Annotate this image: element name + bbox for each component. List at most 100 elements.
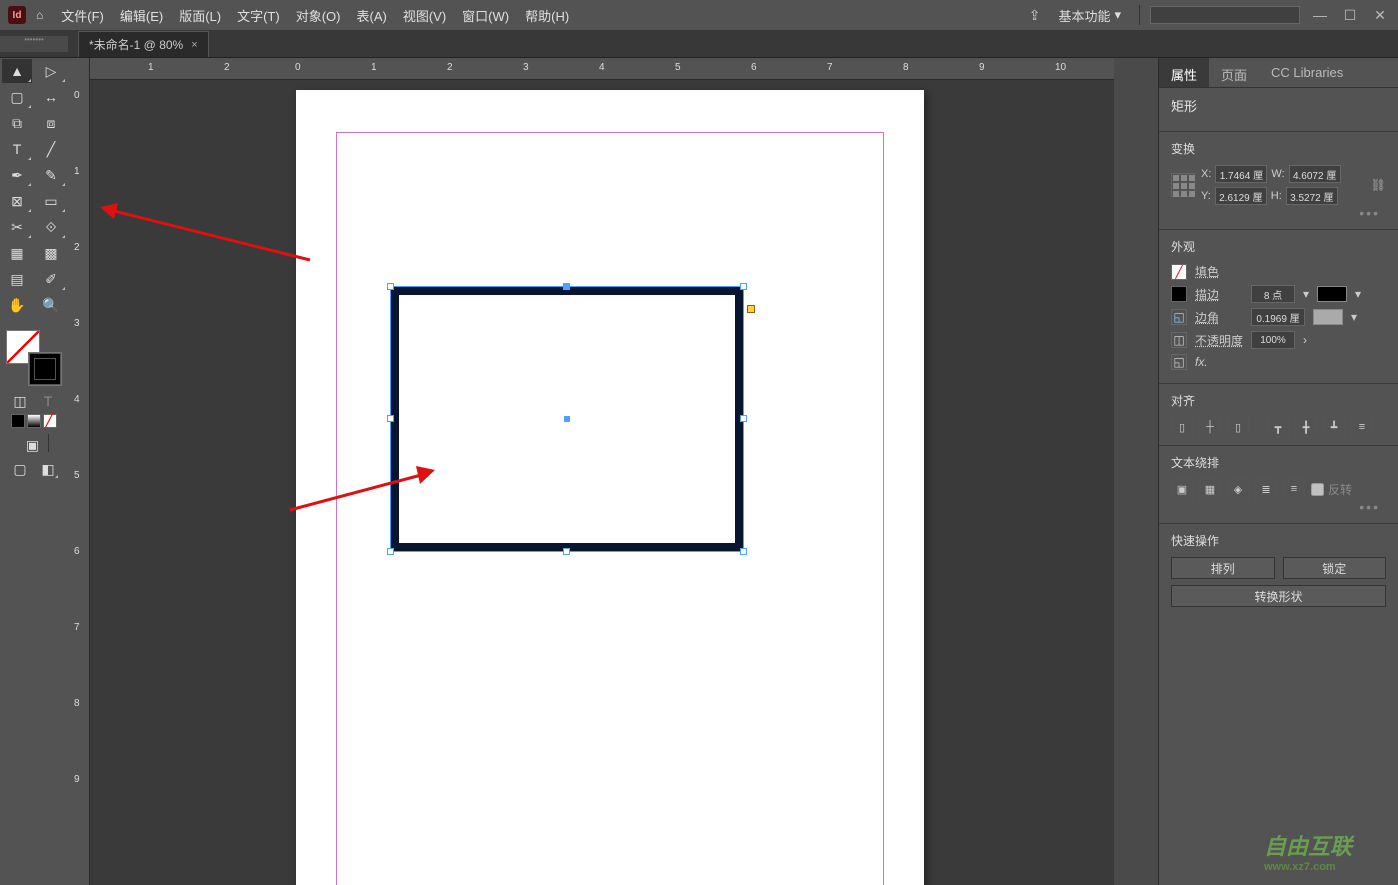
- apply-none-button[interactable]: ╱: [43, 414, 57, 428]
- x-input[interactable]: [1215, 165, 1267, 183]
- align-hcenter-button[interactable]: ┼: [1199, 417, 1221, 437]
- color-theme-tool[interactable]: ✐: [36, 267, 66, 291]
- wrap-shape-button[interactable]: ◈: [1227, 479, 1249, 499]
- workspace-switcher[interactable]: 基本功能 ▾: [1050, 3, 1129, 28]
- content-placer-tool[interactable]: ⧈: [36, 111, 66, 135]
- content-collector-tool[interactable]: ⧉: [2, 111, 32, 135]
- tab-properties[interactable]: 属性: [1159, 58, 1209, 87]
- menu-edit[interactable]: 编辑(E): [120, 6, 163, 25]
- line-tool[interactable]: ╱: [36, 137, 66, 161]
- window-close[interactable]: ✕: [1370, 7, 1390, 24]
- window-maximize[interactable]: ☐: [1340, 7, 1360, 24]
- fx-icon[interactable]: fx.: [1195, 355, 1208, 369]
- gap-tool[interactable]: ↔: [36, 85, 66, 109]
- page-tool[interactable]: ▢: [2, 85, 32, 109]
- menu-file[interactable]: 文件(F): [61, 6, 104, 25]
- gradient-swatch-tool[interactable]: ▦: [2, 241, 32, 265]
- document-tab[interactable]: *未命名-1 @ 80% ×: [78, 31, 209, 57]
- reference-point-picker[interactable]: [1171, 173, 1195, 197]
- scissors-tool[interactable]: ✂: [2, 215, 32, 239]
- corner-shape-swatch[interactable]: [1313, 309, 1343, 325]
- type-tool[interactable]: T: [2, 137, 32, 161]
- fill-label[interactable]: 填色: [1195, 263, 1243, 280]
- rectangle-frame-tool[interactable]: ⊠: [2, 189, 32, 213]
- screen-mode-preview-button[interactable]: ◧: [37, 459, 59, 479]
- screen-mode-button[interactable]: ▢: [9, 459, 31, 479]
- pen-tool[interactable]: ✒: [2, 163, 32, 187]
- apply-gradient-button[interactable]: [27, 414, 41, 428]
- view-mode-normal[interactable]: ▣: [22, 435, 44, 455]
- search-input[interactable]: [1150, 6, 1300, 24]
- share-icon[interactable]: ⇪: [1029, 7, 1041, 24]
- h-input[interactable]: [1286, 187, 1338, 205]
- rectangle-shape[interactable]: [391, 287, 743, 551]
- convert-shape-button[interactable]: 转换形状: [1171, 585, 1386, 607]
- close-icon[interactable]: ×: [191, 39, 197, 51]
- effects-icon[interactable]: ◱: [1171, 354, 1187, 370]
- free-transform-tool[interactable]: ⟐: [36, 215, 66, 239]
- wrap-none-button[interactable]: ▣: [1171, 479, 1193, 499]
- fill-stroke-swatch[interactable]: [6, 330, 62, 386]
- chevron-down-icon[interactable]: ▾: [1355, 287, 1361, 301]
- tab-pages[interactable]: 页面: [1209, 58, 1259, 87]
- note-tool[interactable]: ▤: [2, 267, 32, 291]
- opacity-input[interactable]: [1251, 331, 1295, 349]
- section-more-icon[interactable]: •••: [1171, 499, 1386, 515]
- align-right-button[interactable]: ▯: [1227, 417, 1249, 437]
- home-icon[interactable]: ⌂: [36, 8, 43, 22]
- stroke-color-swatch[interactable]: [1171, 286, 1187, 302]
- opacity-label[interactable]: 不透明度: [1195, 332, 1243, 349]
- formatting-text-button[interactable]: T: [37, 391, 59, 411]
- corner-label[interactable]: 边角: [1195, 309, 1243, 326]
- gradient-feather-tool[interactable]: ▩: [36, 241, 66, 265]
- panel-tabs: 属性 页面 CC Libraries: [1159, 58, 1398, 88]
- text-wrap-section: 文本绕排 ▣ ▦ ◈ ≣ ≡ 反转 •••: [1159, 446, 1398, 524]
- stroke-style-swatch[interactable]: [1317, 286, 1347, 302]
- rectangle-tool[interactable]: ▭: [36, 189, 66, 213]
- section-more-icon[interactable]: •••: [1171, 205, 1386, 221]
- align-left-button[interactable]: ▯: [1171, 417, 1193, 437]
- document-tab-bar: *未命名-1 @ 80% ×: [0, 30, 1398, 58]
- hand-tool[interactable]: ✋: [2, 293, 32, 317]
- menu-help[interactable]: 帮助(H): [525, 6, 569, 25]
- align-top-button[interactable]: ┳: [1267, 417, 1289, 437]
- menu-object[interactable]: 对象(O): [296, 6, 341, 25]
- apply-color-button[interactable]: [11, 414, 25, 428]
- tab-cc-libraries[interactable]: CC Libraries: [1259, 58, 1355, 87]
- w-input[interactable]: [1289, 165, 1341, 183]
- panel-collapse-strip[interactable]: [1130, 58, 1158, 885]
- vertical-scrollbar[interactable]: [1114, 58, 1130, 885]
- stroke-label[interactable]: 描边: [1195, 286, 1243, 303]
- horizontal-ruler[interactable]: 0 1 2 1 2 3 4 5 6 7 8 9 10: [90, 58, 1114, 80]
- menu-table[interactable]: 表(A): [356, 6, 386, 25]
- wrap-jump-button[interactable]: ≣: [1255, 479, 1277, 499]
- align-bottom-button[interactable]: ┻: [1323, 417, 1345, 437]
- y-input[interactable]: [1215, 187, 1267, 205]
- menu-window[interactable]: 窗口(W): [462, 6, 509, 25]
- align-vcenter-button[interactable]: ╋: [1295, 417, 1317, 437]
- corner-radius-input[interactable]: [1251, 308, 1305, 326]
- link-wh-icon[interactable]: ⛓: [1371, 178, 1386, 192]
- fill-color-swatch[interactable]: ╱: [1171, 264, 1187, 280]
- arrange-button[interactable]: 排列: [1171, 557, 1275, 579]
- stroke-weight-input[interactable]: [1251, 285, 1295, 303]
- selection-tool[interactable]: ▲: [2, 59, 32, 83]
- wrap-jump-next-button[interactable]: ≡: [1283, 479, 1305, 499]
- pencil-tool[interactable]: ✎: [36, 163, 66, 187]
- zoom-tool[interactable]: 🔍: [36, 293, 66, 317]
- vertical-ruler[interactable]: 0 1 2 3 4 5 6 7 8 9: [68, 58, 90, 885]
- chevron-right-icon[interactable]: ›: [1303, 333, 1307, 347]
- formatting-container-button[interactable]: ◫: [9, 391, 31, 411]
- distribute-button[interactable]: ≡: [1351, 417, 1373, 437]
- direct-selection-tool[interactable]: ▷: [36, 59, 66, 83]
- menu-view[interactable]: 视图(V): [403, 6, 446, 25]
- window-minimize[interactable]: —: [1310, 7, 1330, 23]
- stroke-swatch[interactable]: [28, 352, 62, 386]
- menu-type[interactable]: 文字(T): [237, 6, 280, 25]
- menu-layout[interactable]: 版面(L): [179, 6, 221, 25]
- chevron-down-icon[interactable]: ▾: [1303, 287, 1309, 301]
- chevron-down-icon[interactable]: ▾: [1351, 310, 1357, 324]
- document-viewport[interactable]: [90, 80, 1114, 885]
- lock-button[interactable]: 锁定: [1283, 557, 1387, 579]
- wrap-bounding-button[interactable]: ▦: [1199, 479, 1221, 499]
